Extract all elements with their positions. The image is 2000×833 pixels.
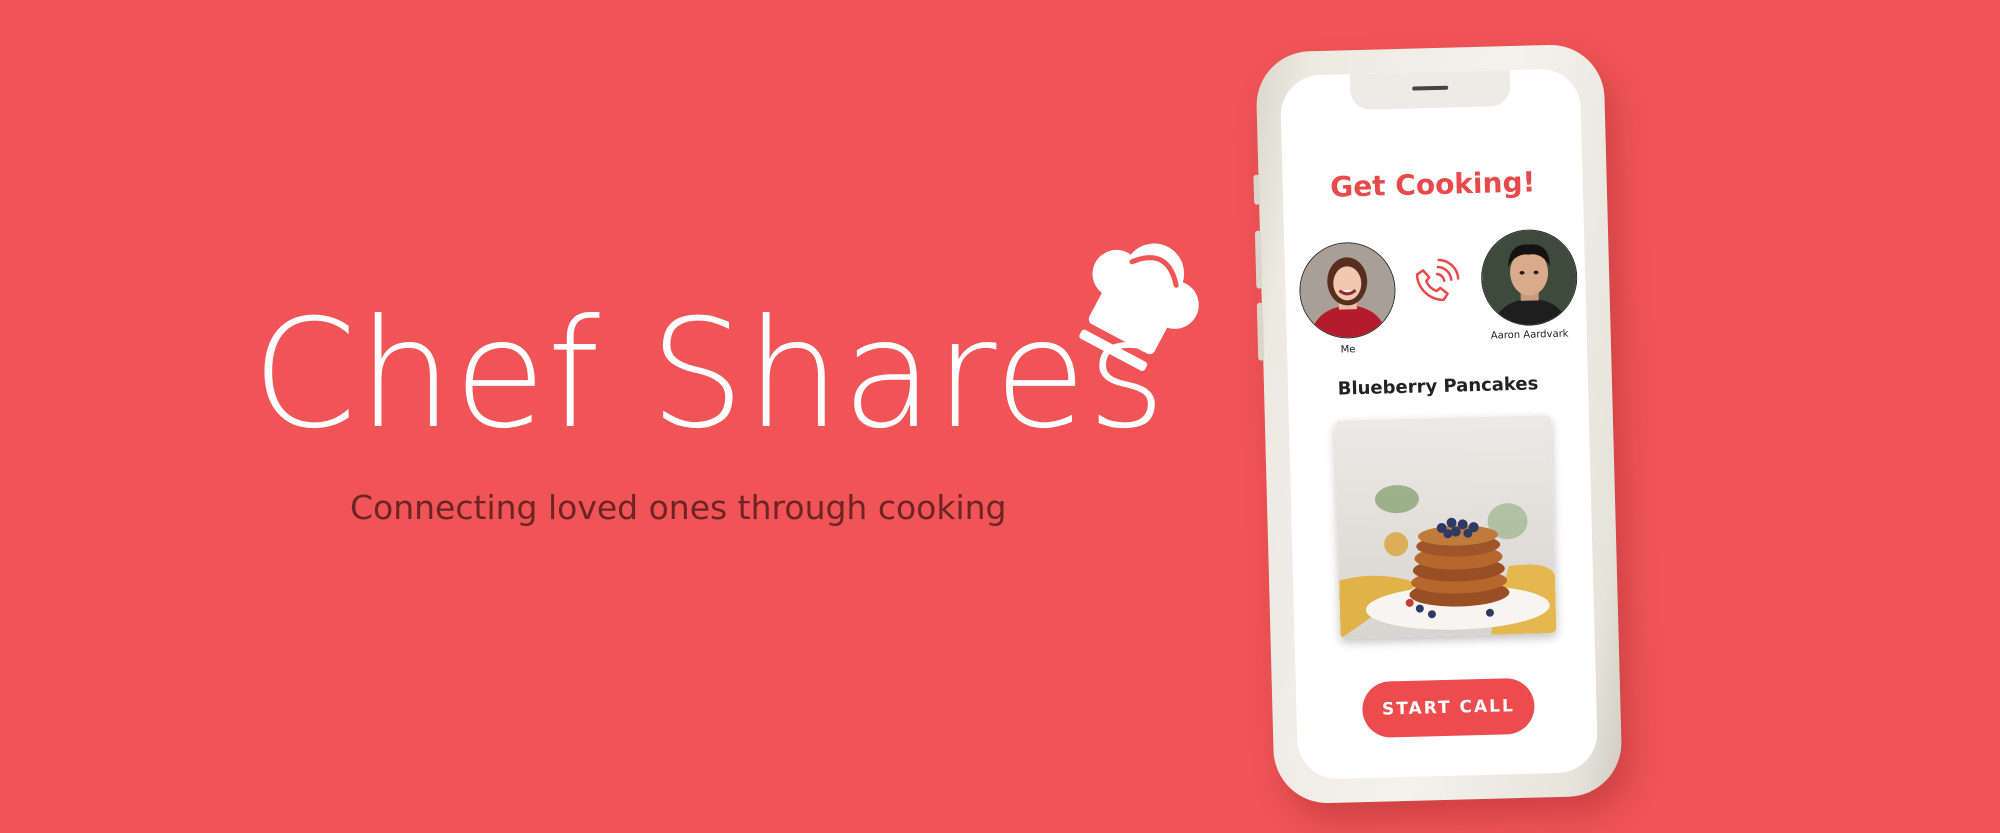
pancake-stack-image	[1334, 415, 1557, 639]
avatar-me-photo	[1299, 242, 1396, 339]
avatar-me-label: Me	[1340, 344, 1356, 356]
phone-speaker	[1412, 85, 1449, 91]
app-screen: Get Cooking! Me Aaron Aardvark Blueberry…	[1279, 68, 1599, 780]
brand-title: Chef Shares	[252, 288, 1167, 462]
promo-banner: Chef Shares Connecting loved ones throug…	[0, 0, 2000, 833]
phone-side-button	[1253, 174, 1261, 205]
brand-tagline: Connecting loved ones through cooking	[350, 488, 1007, 527]
phone-notch	[1349, 70, 1511, 111]
phone-ringing-icon[interactable]	[1407, 253, 1464, 310]
recipe-photo[interactable]	[1334, 415, 1557, 639]
chef-hat-icon	[1079, 243, 1199, 372]
phone-mockup: Get Cooking! Me Aaron Aardvark Blueberry…	[1253, 43, 1623, 805]
recipe-title: Blueberry Pancakes	[1337, 373, 1539, 400]
phone-volume-up	[1254, 230, 1263, 289]
avatar-aaron[interactable]	[1479, 228, 1579, 327]
avatar-aaron-photo	[1480, 229, 1578, 326]
phone-volume-down	[1256, 302, 1265, 361]
start-call-button[interactable]: START CALL	[1361, 677, 1536, 739]
screen-heading: Get Cooking!	[1329, 165, 1536, 204]
avatar-aaron-label: Aaron Aardvark	[1490, 328, 1569, 342]
avatar-me[interactable]	[1298, 241, 1397, 340]
